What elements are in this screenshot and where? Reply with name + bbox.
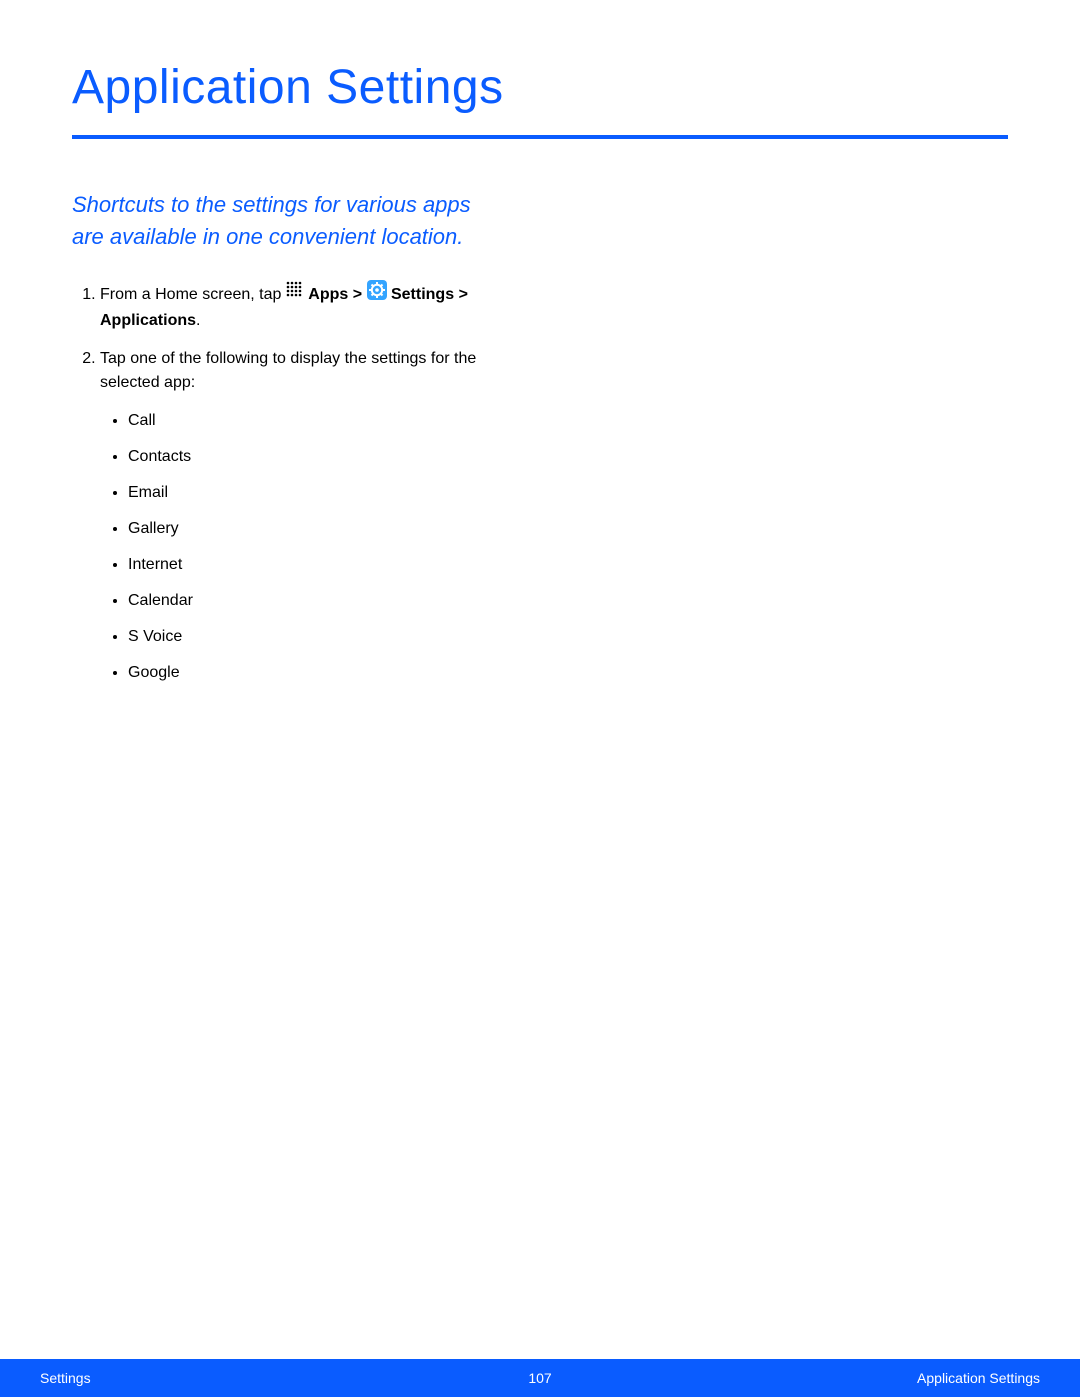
intro-text: Shortcuts to the settings for various ap… [72, 189, 502, 253]
list-item: Email [128, 481, 502, 505]
list-item: Gallery [128, 517, 502, 541]
list-item: Google [128, 661, 502, 685]
step-2: Tap one of the following to display the … [100, 347, 502, 685]
sep2: > [459, 286, 468, 303]
steps-list: From a Home screen, tap Apps > [72, 281, 502, 685]
list-item: Calendar [128, 589, 502, 613]
list-item: Call [128, 409, 502, 433]
apps-grid-icon [286, 281, 304, 307]
step-2-text: Tap one of the following to display the … [100, 350, 476, 391]
sep1: > [348, 286, 366, 303]
page-footer: Settings 107 Application Settings [0, 1359, 1080, 1397]
app-bullet-list: Call Contacts Email Gallery Internet Cal… [100, 409, 502, 685]
page-title: Application Settings [72, 60, 1008, 135]
settings-gear-icon [367, 280, 387, 308]
content-column: Shortcuts to the settings for various ap… [72, 189, 502, 685]
step-1: From a Home screen, tap Apps > [100, 281, 502, 333]
page-body: Application Settings Shortcuts to the se… [0, 0, 1080, 685]
applications-label: Applications [100, 312, 196, 329]
footer-page-number: 107 [528, 1370, 551, 1386]
footer-left: Settings [40, 1370, 91, 1386]
settings-label: Settings [391, 286, 454, 303]
list-item: Internet [128, 553, 502, 577]
list-item: S Voice [128, 625, 502, 649]
period: . [196, 312, 200, 329]
title-rule [72, 135, 1008, 139]
step-1-prefix: From a Home screen, tap [100, 286, 286, 303]
apps-label: Apps [308, 286, 348, 303]
list-item: Contacts [128, 445, 502, 469]
footer-right: Application Settings [917, 1370, 1040, 1386]
